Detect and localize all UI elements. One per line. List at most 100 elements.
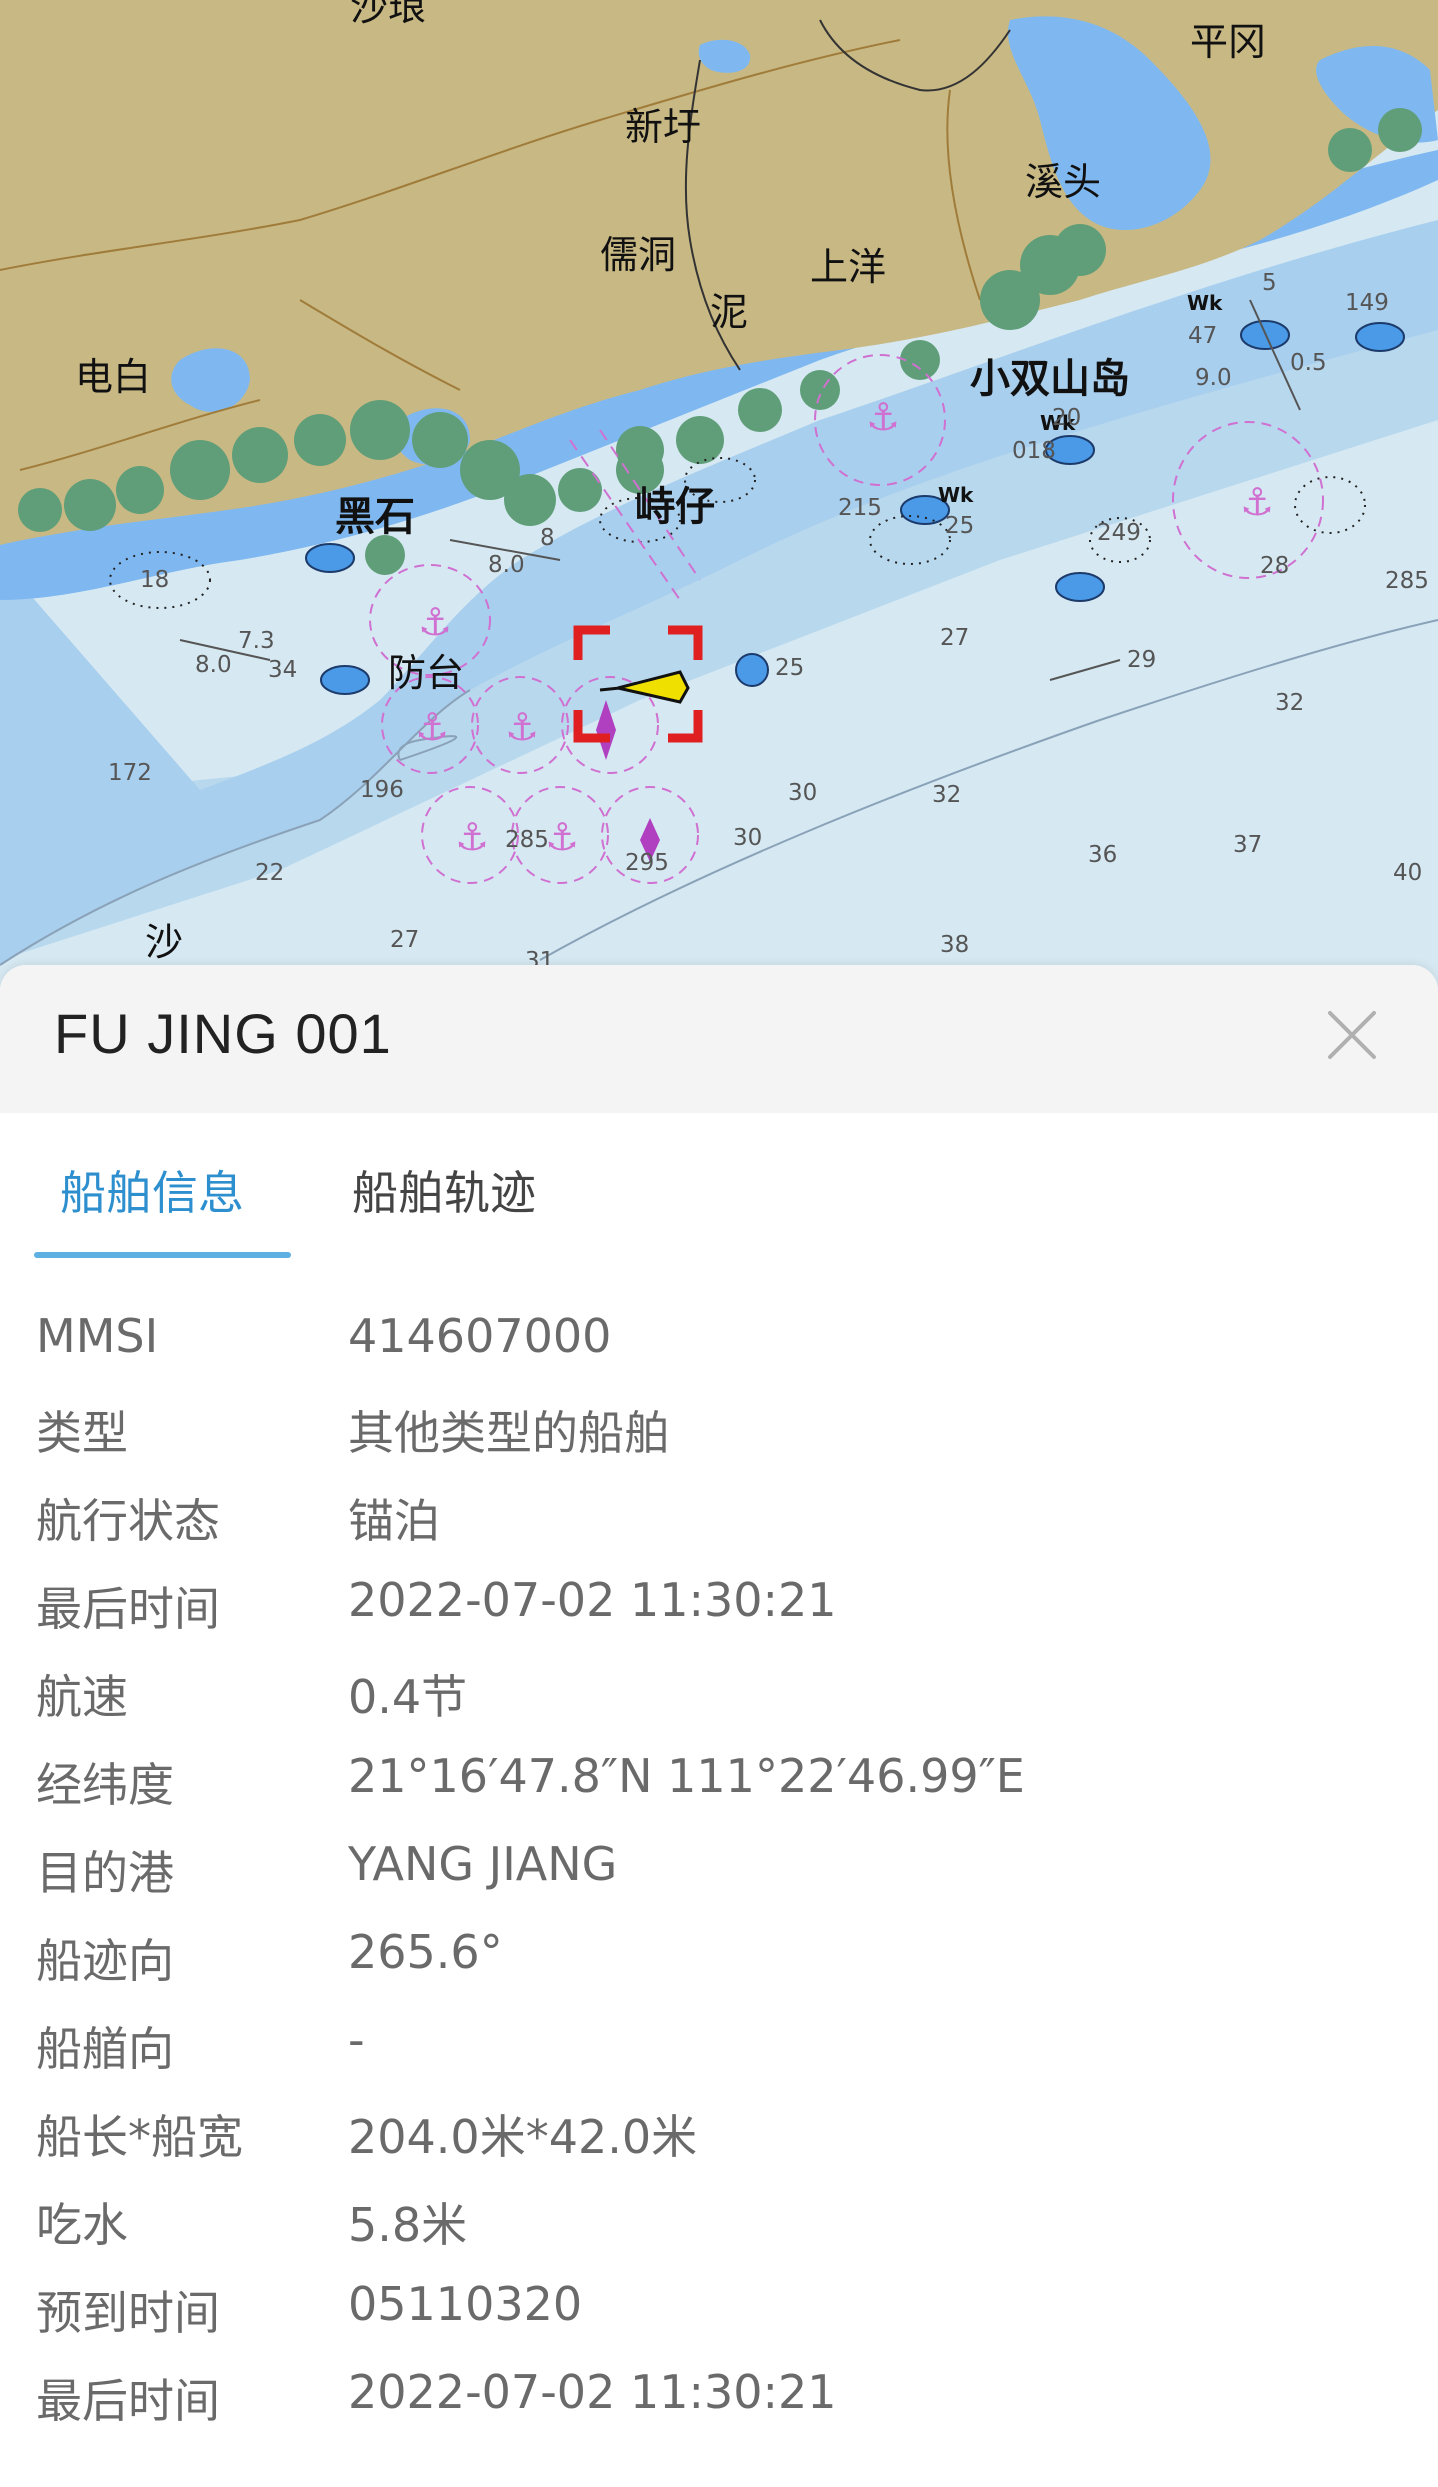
info-row-value: 414607000 (348, 1309, 612, 1363)
depth-sounding: 30 (733, 825, 762, 851)
panel-tabs: 船舶信息 船舶轨迹 (0, 1113, 1438, 1261)
chart-canvas[interactable]: ⚓⚓⚓ ⚓ ⚓⚓ ⚓ 沙琅 新圩 平冈 溪头 儒洞 上洋 泥 电白 小双山岛 黑石 … (0, 0, 1438, 1000)
info-row: 船艏向 - (0, 2007, 1438, 2095)
depth-sounding: 40 (1393, 860, 1422, 886)
depth-sounding: 285 (505, 827, 549, 853)
depth-sounding: 20 (1052, 405, 1081, 431)
depth-sounding: 5 (1262, 270, 1277, 296)
depth-sounding: 172 (108, 760, 152, 786)
depth-sounding: 36 (1088, 842, 1117, 868)
map-label-xitou: 溪头 (1025, 160, 1101, 204)
depth-sounding: 295 (625, 850, 669, 876)
vessel-info-panel: FU JING 001 船舶信息 船舶轨迹 MMSI 414607000 类型 其他类… (0, 965, 1438, 2487)
depth-sounding: 196 (360, 777, 404, 803)
depth-sounding: 18 (140, 567, 169, 593)
info-row: 类型 其他类型的船舶 (0, 1391, 1438, 1479)
tab-vessel-info[interactable]: 船舶信息 (60, 1157, 244, 1223)
info-row: 吃水 5.8米 (0, 2183, 1438, 2271)
info-row: 船长*船宽 204.0米*42.0米 (0, 2095, 1438, 2183)
map-label-xinxu: 新圩 (625, 105, 701, 149)
svg-text:⚓: ⚓ (545, 815, 579, 859)
info-row-label: MMSI (36, 1309, 159, 1363)
info-row-label: 预到时间 (36, 2286, 220, 2340)
depth-sounding: 25 (945, 513, 974, 539)
info-row-label: 最后时间 (36, 1582, 220, 1636)
map-label-sha: 沙 (145, 920, 183, 964)
wreck-label: Wk (938, 483, 974, 507)
depth-sounding: 29 (1127, 647, 1156, 673)
map-label-fangtai: 防台 (388, 651, 464, 695)
info-row-value: 其他类型的船舶 (348, 1406, 670, 1460)
map-label-xiaoshuangshandao: 小双山岛 (970, 356, 1130, 402)
info-row: 预到时间 05110320 (0, 2271, 1438, 2359)
info-row-value: - (348, 2013, 365, 2067)
map-label-shangyang: 上洋 (810, 245, 886, 289)
info-row: 目的港 YANG JIANG (0, 1831, 1438, 1919)
info-row-label: 类型 (36, 1406, 128, 1460)
info-row-label: 船长*船宽 (36, 2110, 243, 2164)
info-row-value: 05110320 (348, 2277, 583, 2331)
svg-text:⚓: ⚓ (505, 705, 539, 749)
info-row: 航速 0.4节 (0, 1655, 1438, 1743)
map-label-heishi: 黑石 (335, 494, 415, 540)
info-row-value: 5.8米 (348, 2198, 468, 2252)
depth-sounding: 7.3 (238, 628, 275, 654)
depth-sounding: 27 (390, 927, 419, 953)
nautical-chart-map[interactable]: ⚓ ⚓ ⚓ ⚓ ⚓ ⚓ ⚓ 沙琅 新圩 平冈 溪头 儒洞 上洋 泥 电白 小双山岛 黑石 … (0, 0, 1438, 1000)
svg-text:⚓: ⚓ (415, 705, 449, 749)
info-row-value: 204.0米*42.0米 (348, 2110, 698, 2164)
info-row-label: 航速 (36, 1670, 128, 1724)
vessel-name-title: FU JING 001 (54, 1002, 392, 1065)
info-row-value: 2022-07-02 11:30:21 (348, 2365, 837, 2419)
info-row: 航行状态 锚泊 (0, 1479, 1438, 1567)
info-row: 船迹向 265.6° (0, 1919, 1438, 2007)
depth-sounding: 22 (255, 860, 284, 886)
depth-sounding: 34 (268, 657, 297, 683)
info-row-label: 船艏向 (36, 2022, 174, 2076)
info-row-label: 最后时间 (36, 2374, 220, 2428)
depth-sounding: 249 (1097, 520, 1141, 546)
depth-sounding: 8.0 (195, 652, 232, 678)
depth-sounding: 27 (940, 625, 969, 651)
svg-text:⚓: ⚓ (418, 600, 452, 644)
info-row: MMSI 414607000 (0, 1303, 1438, 1391)
depth-sounding: 0.5 (1290, 350, 1327, 376)
info-row-label: 目的港 (36, 1846, 174, 1900)
close-button[interactable] (1322, 1005, 1382, 1065)
tab-vessel-track[interactable]: 船舶轨迹 (352, 1157, 536, 1223)
vessel-heading-line (599, 686, 621, 692)
panel-header: FU JING 001 (0, 965, 1438, 1113)
depth-sounding: 9.0 (1195, 365, 1232, 391)
depth-sounding: 25 (775, 655, 804, 681)
info-row-value: 265.6° (348, 1925, 503, 1979)
map-label-shalang: 沙琅 (350, 0, 426, 29)
info-row-value: 2022-07-02 11:30:21 (348, 1573, 837, 1627)
depth-sounding: 018 (1012, 438, 1056, 464)
depth-sounding: 285 (1385, 568, 1429, 594)
depth-sounding: 28 (1260, 553, 1289, 579)
map-label-rudong: 儒洞 (600, 233, 676, 277)
info-row-label: 航行状态 (36, 1494, 220, 1548)
close-icon (1328, 1011, 1376, 1059)
vessel-info-table: MMSI 414607000 类型 其他类型的船舶航行状态 锚泊最后时间 2022-07-… (0, 1303, 1438, 2447)
map-label-shizai: 峙仔 (635, 484, 715, 530)
depth-sounding: 215 (838, 495, 882, 521)
depth-sounding: 32 (932, 782, 961, 808)
info-row-value: 21°16′47.8″N 111°22′46.99″E (348, 1749, 1025, 1803)
active-tab-indicator (34, 1252, 291, 1258)
svg-text:⚓: ⚓ (455, 815, 489, 859)
info-row: 最后时间 2022-07-02 11:30:21 (0, 1567, 1438, 1655)
depth-sounding: 47 (1188, 323, 1217, 349)
info-row: 经纬度 21°16′47.8″N 111°22′46.99″E (0, 1743, 1438, 1831)
depth-sounding: 8 (540, 525, 555, 551)
map-label-pinggang: 平冈 (1190, 20, 1266, 64)
info-row-value: 锚泊 (348, 1494, 440, 1548)
info-row: 最后时间 2022-07-02 11:30:21 (0, 2359, 1438, 2447)
svg-text:⚓: ⚓ (866, 395, 900, 439)
map-label-dianbai: 电白 (75, 355, 151, 399)
svg-text:⚓: ⚓ (1240, 480, 1274, 524)
depth-sounding: 8.0 (488, 552, 525, 578)
info-row-value: 0.4节 (348, 1670, 468, 1724)
depth-sounding: 38 (940, 932, 969, 958)
wreck-label: Wk (1187, 291, 1223, 315)
